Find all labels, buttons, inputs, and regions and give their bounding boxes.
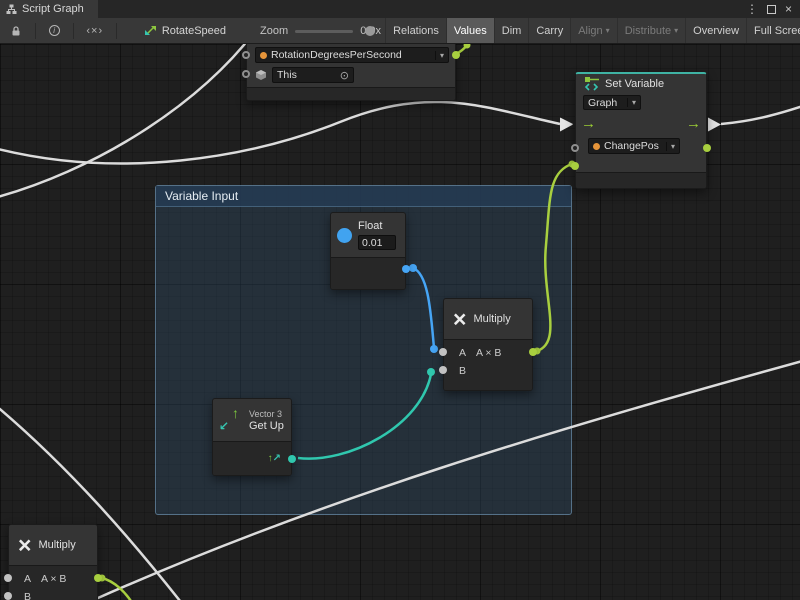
output-port-result[interactable] <box>529 348 537 356</box>
input-port[interactable] <box>242 70 250 78</box>
multiply-icon: × <box>453 308 466 331</box>
variable-scope-dropdown[interactable]: Graph ▾ <box>583 95 641 110</box>
node-float-literal[interactable]: Float 0.01 <box>330 212 406 290</box>
kebab-menu-icon[interactable]: ⋮ <box>746 2 758 16</box>
port-b-label: B <box>459 365 466 377</box>
divider <box>116 23 117 39</box>
vector3-output-icon: ↑↗ <box>268 453 281 464</box>
output-port-value[interactable] <box>703 144 711 152</box>
info-icon[interactable]: i <box>45 25 64 36</box>
full-screen-button[interactable]: Full Screen <box>746 18 800 43</box>
overview-button[interactable]: Overview <box>685 18 746 43</box>
node-type-label: Vector 3 <box>249 409 284 419</box>
target-label: This <box>277 69 297 81</box>
float-type-icon <box>337 228 352 243</box>
window-title: Script Graph <box>22 3 84 15</box>
node-title: Set Variable <box>605 78 664 90</box>
node-multiply[interactable]: × Multiply A A × B B <box>443 298 533 391</box>
variable-name-dropdown[interactable]: RotationDegreesPerSecond ▾ <box>255 47 449 63</box>
set-variable-icon <box>584 76 600 91</box>
variable-dot-icon <box>593 143 600 150</box>
output-port-value[interactable] <box>452 51 460 59</box>
input-port-b[interactable] <box>439 366 447 374</box>
node-title: Multiply <box>473 313 510 325</box>
tab-script-graph[interactable]: Script Graph <box>0 0 98 18</box>
code-preview-icon[interactable]: ‹×› <box>82 25 107 37</box>
vector3-axes-icon: ↑ ↙ <box>219 407 243 433</box>
port-a-label: A <box>24 573 31 585</box>
chevron-down-icon: ▾ <box>606 26 610 35</box>
window-titlebar: Script Graph ⋮ × <box>0 0 800 18</box>
port-b-label: B <box>24 591 31 600</box>
maximize-icon[interactable] <box>767 5 776 14</box>
divider <box>73 23 74 39</box>
zoom-slider[interactable] <box>295 23 353 39</box>
variable-name-label: ChangePos <box>604 140 659 152</box>
output-port-result[interactable] <box>94 574 102 582</box>
variable-name-label: RotationDegreesPerSecond <box>271 49 402 61</box>
node-title: Multiply <box>38 539 75 551</box>
script-graph-icon <box>6 4 17 15</box>
values-button[interactable]: Values <box>446 18 494 43</box>
script-graph-asset-icon <box>144 24 157 37</box>
dim-button[interactable]: Dim <box>494 18 529 43</box>
node-get-up[interactable]: ↑ ↙ Vector 3 Get Up ↑↗ <box>212 398 292 476</box>
chevron-down-icon: ▾ <box>666 142 675 151</box>
chevron-down-icon: ▾ <box>435 51 444 60</box>
node-title: Get Up <box>249 420 284 432</box>
align-button[interactable]: Align▾ <box>570 18 616 43</box>
carry-button[interactable]: Carry <box>528 18 570 43</box>
output-port-float[interactable] <box>402 265 410 273</box>
scope-label: Graph <box>588 97 617 109</box>
close-icon[interactable]: × <box>785 2 792 16</box>
flow-out-port-icon[interactable]: → <box>686 116 701 131</box>
relations-button[interactable]: Relations <box>385 18 446 43</box>
input-port-b[interactable] <box>4 592 12 600</box>
flow-wire-arrow <box>561 118 573 130</box>
flow-in-port-icon[interactable]: → <box>581 116 596 131</box>
input-port-value[interactable] <box>571 162 579 170</box>
lock-icon[interactable] <box>6 25 26 37</box>
zoom-slider-handle[interactable] <box>365 26 375 36</box>
group-title[interactable]: Variable Input <box>156 186 571 207</box>
port-ab-label: A × B <box>476 347 501 359</box>
multiply-icon: × <box>18 534 31 557</box>
object-picker-icon[interactable]: ⊙ <box>336 69 349 82</box>
output-port-vector3[interactable] <box>288 455 296 463</box>
variable-name-dropdown[interactable]: ChangePos ▾ <box>588 138 680 154</box>
zoom-slider-track[interactable] <box>295 30 353 33</box>
graph-asset-name: RotateSpeed <box>144 24 226 37</box>
target-object-field[interactable]: This ⊙ <box>272 67 354 83</box>
graph-name-label: RotateSpeed <box>162 25 226 37</box>
port-ab-label: A × B <box>41 573 66 585</box>
variable-dot-icon <box>260 52 267 59</box>
node-title: Float <box>358 220 396 232</box>
input-port-a[interactable] <box>439 348 447 356</box>
zoom-label: Zoom <box>260 25 288 37</box>
input-port-a[interactable] <box>4 574 12 582</box>
node-set-variable[interactable]: Set Variable Graph ▾ → → ChangePos ▾ <box>575 72 707 189</box>
node-multiply-bottom[interactable]: × Multiply A A × B B <box>8 524 98 600</box>
cube-icon <box>255 69 267 81</box>
distribute-button[interactable]: Distribute▾ <box>617 18 685 43</box>
chevron-down-icon: ▾ <box>674 26 678 35</box>
input-port[interactable] <box>242 51 250 59</box>
chevron-down-icon: ▾ <box>627 98 636 107</box>
float-value-input[interactable]: 0.01 <box>358 235 396 250</box>
port-a-label: A <box>459 347 466 359</box>
node-get-variable[interactable]: RotationDegreesPerSecond ▾ This ⊙ <box>246 42 456 101</box>
graph-toolbar: i ‹×› RotateSpeed Zoom 0.9x Relations Va… <box>0 18 800 44</box>
input-port[interactable] <box>571 144 579 152</box>
divider <box>35 23 36 39</box>
